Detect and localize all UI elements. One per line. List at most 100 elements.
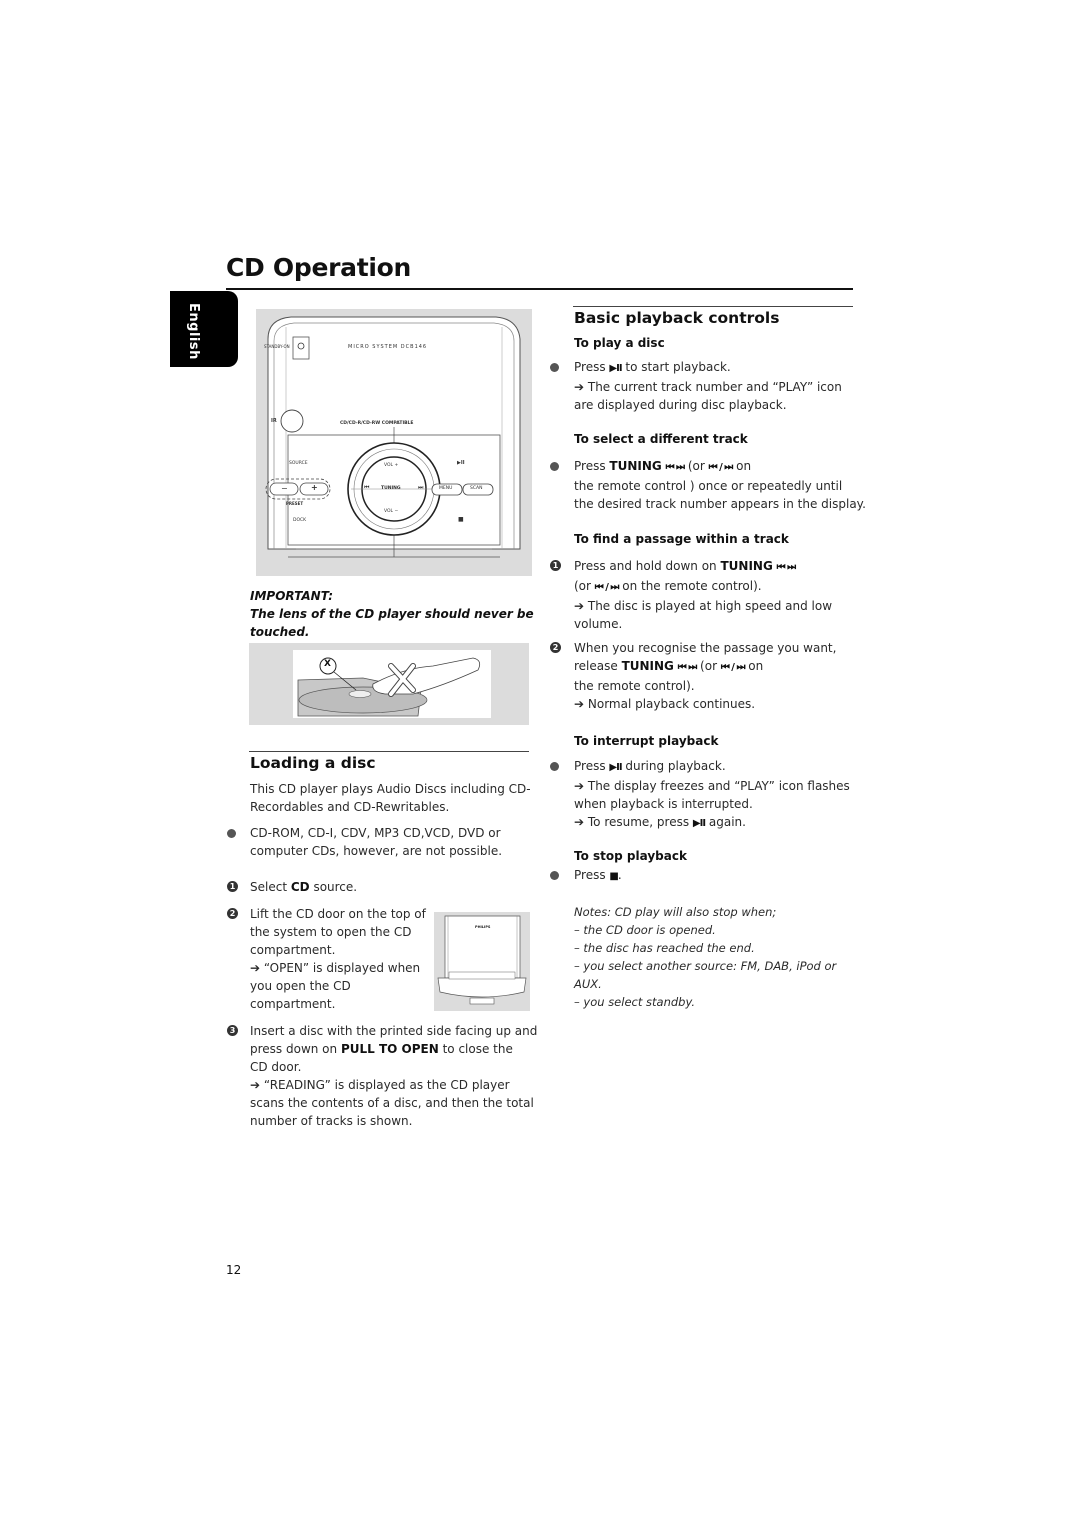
next-icon: ⏭: [418, 484, 424, 491]
find-step2-line2: release TUNING ⏮ ⏭ (or ⏮ / ⏭ on: [574, 657, 836, 677]
note-line: Notes: CD play will also stop when;: [574, 905, 777, 919]
play-instructions: Press ▶II to start playback. ➔ The curre…: [574, 358, 842, 414]
tuning-label: TUNING: [609, 459, 662, 473]
step-2-line4: ➔ “OPEN” is displayed when: [250, 961, 421, 975]
play-result-line1: ➔ The current track number and “PLAY” ic…: [574, 380, 842, 394]
loading-intro-line2: Recordables and CD-Rewritables.: [250, 800, 450, 814]
scan-label: SCAN: [470, 486, 483, 491]
step-3-line6: number of tracks is shown.: [250, 1114, 413, 1128]
step-3-line2-end: to close the: [438, 1042, 513, 1056]
preset-label: PRESET: [286, 501, 304, 506]
loading-note-line2: computer CDs, however, are not possible.: [250, 844, 503, 858]
play-pause-icon: ▶II: [609, 363, 622, 374]
model-label: MICRO SYSTEM DCB146: [348, 344, 428, 350]
loading-step-2: Lift the CD door on the top of the syste…: [250, 905, 426, 1013]
select-line2: the remote control ) once or repeatedly …: [574, 479, 843, 493]
step-1-badge: 1: [227, 881, 238, 892]
remote-prev-next-icon: ⏮ / ⏭: [708, 462, 734, 473]
stop-heading: To stop playback: [574, 849, 687, 863]
ir-label: IR: [271, 418, 277, 424]
find-step2-line1: When you recognise the passage you want,: [574, 641, 837, 655]
important-text-line1: The lens of the CD player should never b…: [250, 607, 534, 621]
vol-plus-label: VOL +: [384, 463, 399, 468]
tuning-label: TUNING: [621, 659, 674, 673]
bullet-icon: [550, 871, 559, 880]
lens-warning-figure: X: [249, 643, 529, 725]
step-1-text-end: source.: [309, 880, 358, 894]
playback-section-rule: [573, 306, 853, 307]
compat-label: CD/CD-R/CD-RW COMPATIBLE: [340, 421, 414, 426]
interrupt-line4-text: ➔ To resume, press: [574, 815, 693, 829]
loading-step-3: Insert a disc with the printed side faci…: [250, 1022, 537, 1130]
vol-minus-label: VOL −: [384, 509, 399, 514]
step-3-line1: Insert a disc with the printed side faci…: [250, 1024, 538, 1038]
step-2-line6: compartment.: [250, 997, 336, 1011]
menu-label: MENU: [439, 486, 453, 491]
step-2-line1: Lift the CD door on the top of: [250, 907, 426, 921]
interrupt-line4-end: again.: [705, 815, 746, 829]
play-pause-icon: ▶II: [609, 762, 622, 773]
find-step1-text: Press and hold down on: [574, 559, 721, 573]
prev-next-icon: ⏮ ⏭: [677, 662, 698, 673]
tuning-label: TUNING: [720, 559, 773, 573]
note-line: – the CD door is opened.: [574, 923, 716, 937]
find-step-2-badge: 2: [550, 642, 561, 653]
step-1-text: Select: [250, 880, 291, 894]
tuning-label: TUNING: [381, 486, 401, 491]
dock-label: DOCK: [293, 518, 307, 523]
loading-note-line1: CD-ROM, CD-I, CDV, MP3 CD,VCD, DVD or: [250, 826, 501, 840]
find-step2-line2-text: release: [574, 659, 622, 673]
interrupt-line2: ➔ The display freezes and “PLAY” icon fl…: [574, 779, 850, 793]
play-pause-icon: ▶II: [692, 818, 706, 829]
step-2-line3: compartment.: [250, 943, 336, 957]
prev-next-icon: ⏮ ⏭: [665, 462, 686, 473]
note-line: AUX.: [574, 977, 602, 991]
door-brand-label: PHILIPS: [475, 925, 491, 929]
step-2-line5: you open the CD: [250, 979, 351, 993]
find-step2-line4: ➔ Normal playback continues.: [574, 697, 756, 711]
loading-intro: This CD player plays Audio Discs includi…: [250, 780, 531, 816]
prev-next-icon: ⏮ ⏭: [776, 562, 797, 573]
playback-heading: Basic playback controls: [574, 309, 780, 327]
standby-label: STANDBY-ON: [264, 344, 290, 349]
step-3-line2-text: press down on: [250, 1042, 341, 1056]
pull-to-open-label: PULL TO OPEN: [340, 1042, 439, 1056]
find-step1-line2-end: on the remote control).: [618, 579, 762, 593]
select-track-instructions: Press TUNING ⏮ ⏭ (or ⏮ / ⏭ on the remote…: [574, 457, 866, 513]
note-line: – you select another source: FM, DAB, iP…: [574, 959, 837, 973]
preset-plus-button: +: [311, 483, 318, 492]
interrupt-line1-text: Press: [574, 759, 610, 773]
find-step1-line4: volume.: [574, 617, 623, 631]
step-3-line5: scans the contents of a disc, and then t…: [250, 1096, 534, 1110]
title-rule: [226, 288, 853, 290]
step-3-line4: ➔ “READING” is displayed as the CD playe…: [250, 1078, 510, 1092]
important-text: The lens of the CD player should never b…: [250, 605, 534, 641]
step-3-line3: CD door.: [250, 1060, 302, 1074]
page-title: CD Operation: [226, 253, 411, 282]
loading-unsupported-note: CD-ROM, CD-I, CDV, MP3 CD,VCD, DVD or co…: [250, 824, 502, 860]
step-3-line2: press down on PULL TO OPEN to close the: [250, 1040, 537, 1058]
play-result-line2: are displayed during disc playback.: [574, 398, 787, 412]
device-front-figure: STANDBY-ON MICRO SYSTEM DCB146 IR CD/CD-…: [256, 309, 532, 576]
playback-notes: Notes: CD play will also stop when; – th…: [574, 903, 836, 1011]
find-step1-line1: Press and hold down on TUNING ⏮ ⏭: [574, 557, 832, 577]
prev-icon: ⏮: [364, 484, 370, 491]
important-label: IMPORTANT:: [250, 589, 334, 603]
find-step2-line2-end: on: [744, 659, 764, 673]
find-step-1: Press and hold down on TUNING ⏮ ⏭ (or ⏮ …: [574, 557, 832, 633]
step-3-badge: 3: [227, 1025, 238, 1036]
lens-marker-label: X: [324, 659, 331, 669]
loading-intro-line1: This CD player plays Audio Discs includi…: [250, 782, 531, 796]
language-tab-label: English: [186, 303, 201, 360]
interrupt-heading: To interrupt playback: [574, 734, 719, 748]
loading-step-1: Select CD source.: [250, 878, 357, 896]
select-line1-end: on: [732, 459, 752, 473]
select-line3: the desired track number appears in the …: [574, 497, 866, 511]
find-step1-line2-text: (or: [574, 579, 595, 593]
interrupt-line1-end: during playback.: [621, 759, 726, 773]
select-line1-text: Press: [574, 459, 610, 473]
page-number: 12: [226, 1263, 242, 1277]
find-step1-line2: (or ⏮ / ⏭ on the remote control).: [574, 577, 832, 597]
note-line: – you select standby.: [574, 995, 696, 1009]
find-step-1-badge: 1: [550, 560, 561, 571]
